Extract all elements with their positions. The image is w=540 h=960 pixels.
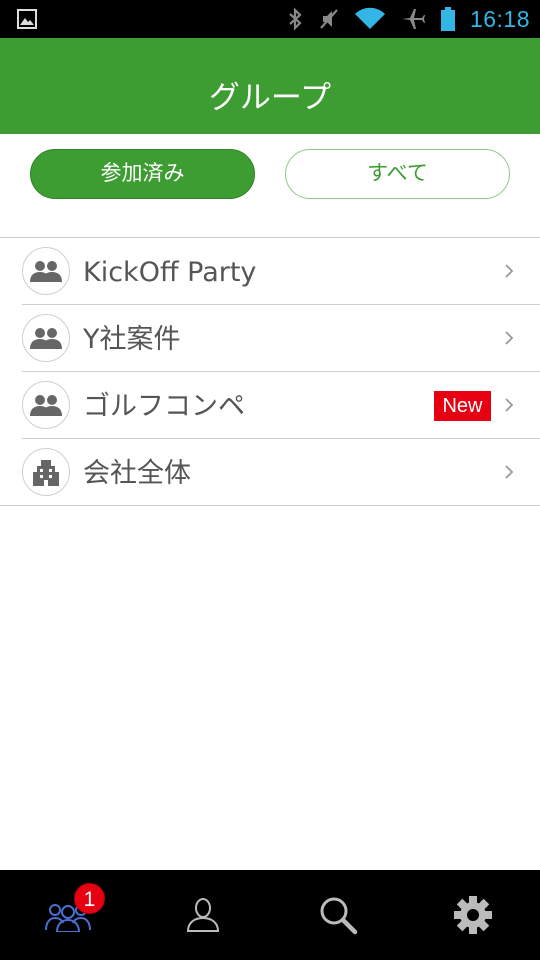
bottom-nav: 1 xyxy=(0,870,540,960)
tab-settings[interactable] xyxy=(405,870,540,960)
list-item[interactable]: Y社案件 xyxy=(22,305,540,372)
group-name: ゴルフコンペ xyxy=(83,391,245,422)
bluetooth-icon xyxy=(289,7,302,31)
mute-icon xyxy=(320,9,338,29)
app-header: グループ xyxy=(0,38,540,134)
profile-icon xyxy=(186,898,219,932)
chevron-right-icon xyxy=(505,264,514,278)
list-item[interactable]: ゴルフコンペ New xyxy=(22,372,540,439)
people-icon xyxy=(22,381,70,429)
group-name: KickOff Party xyxy=(83,257,257,288)
chevron-right-icon xyxy=(505,398,514,412)
page-title: グループ xyxy=(208,80,332,116)
wifi-icon xyxy=(354,7,385,30)
list-item[interactable]: 会社全体 xyxy=(0,439,540,506)
chevron-right-icon xyxy=(505,465,514,479)
tab-search[interactable] xyxy=(270,870,405,960)
people-icon xyxy=(22,247,70,295)
tab-profile[interactable] xyxy=(135,870,270,960)
status-time: 16:18 xyxy=(469,5,530,32)
chevron-right-icon xyxy=(505,331,514,345)
settings-icon xyxy=(453,896,492,934)
group-name: 会社全体 xyxy=(83,458,191,489)
search-icon xyxy=(320,897,357,935)
list-item[interactable]: KickOff Party xyxy=(22,238,540,305)
building-icon xyxy=(22,448,70,496)
status-bar: 16:18 xyxy=(0,0,540,38)
new-badge: New xyxy=(434,391,491,421)
people-icon xyxy=(22,314,70,362)
joined-filter-button[interactable]: 参加済み xyxy=(30,149,255,199)
battery-icon xyxy=(440,7,455,31)
airplane-mode-icon xyxy=(401,9,425,29)
group-name: Y社案件 xyxy=(83,324,181,355)
tab-groups[interactable]: 1 xyxy=(0,870,135,960)
group-list: KickOff Party Y社案件 ゴルフコンペ New 会社全体 xyxy=(0,237,540,506)
all-filter-button[interactable]: すべて xyxy=(285,149,510,199)
gallery-icon xyxy=(17,9,37,29)
notification-badge: 1 xyxy=(74,883,105,914)
